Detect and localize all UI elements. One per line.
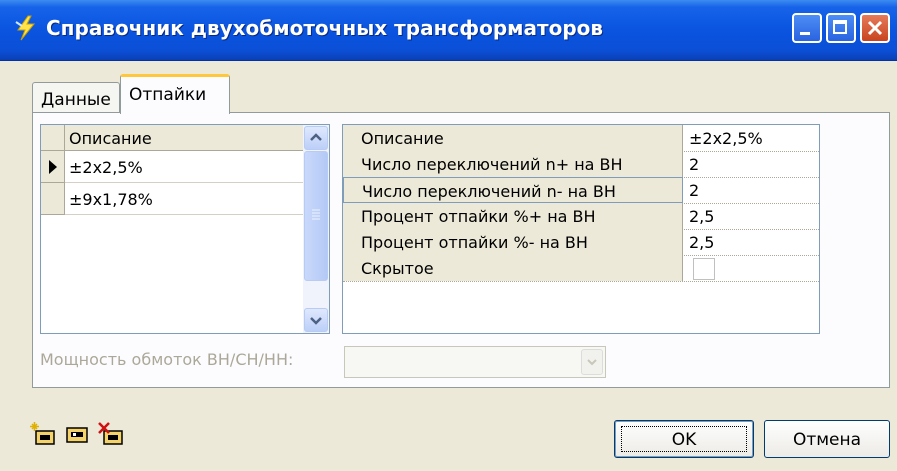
current-row-arrow-icon <box>49 160 57 174</box>
taps-grid[interactable]: Описание ±2x2,5% ±9x1,78% <box>40 124 330 334</box>
property-value[interactable] <box>683 255 819 281</box>
chevron-up-icon <box>310 133 322 141</box>
close-icon <box>867 20 883 36</box>
ok-button[interactable]: OK <box>614 420 754 458</box>
cancel-button[interactable]: Отмена <box>764 420 890 458</box>
property-row[interactable]: Число переключений n- на ВН 2 <box>343 177 819 204</box>
property-value[interactable]: 2 <box>683 151 819 177</box>
property-name: Скрытое <box>343 255 683 281</box>
focus-rect <box>621 426 747 452</box>
property-row[interactable]: Число переключений n+ на ВН 2 <box>343 151 819 178</box>
power-label: Мощность обмоток ВН/СН/НН: <box>40 350 294 369</box>
power-combobox[interactable] <box>344 346 606 378</box>
add-record-icon[interactable] <box>30 422 56 446</box>
property-value[interactable]: 2,5 <box>683 229 819 255</box>
property-value[interactable]: 2,5 <box>683 203 819 229</box>
power-dropdown-button[interactable] <box>581 349 603 375</box>
chevron-down-icon <box>587 359 597 366</box>
minimize-icon <box>800 32 810 35</box>
table-row[interactable]: ±2x2,5% <box>41 151 303 183</box>
property-name: Процент отпайки %+ на ВН <box>343 203 683 229</box>
table-row[interactable]: ±9x1,78% <box>41 183 303 215</box>
tab-data-label: Данные <box>41 90 111 110</box>
maximize-button[interactable] <box>826 13 856 43</box>
property-name: Число переключений n+ на ВН <box>343 151 683 177</box>
row-indicator[interactable] <box>41 151 65 183</box>
grip-icon <box>312 209 320 220</box>
delete-record-icon[interactable] <box>98 422 124 446</box>
property-name: Процент отпайки %- на ВН <box>343 229 683 255</box>
property-value[interactable]: ±2x2,5% <box>683 125 819 151</box>
window-title: Справочник двухобмоточных трансформаторо… <box>46 16 604 40</box>
close-button[interactable] <box>860 13 890 43</box>
property-row[interactable]: Скрытое <box>343 255 819 282</box>
row-indicator[interactable] <box>41 183 65 215</box>
tab-taps[interactable]: Отпайки <box>120 74 230 114</box>
edit-record-icon[interactable] <box>64 422 90 446</box>
grid-column-header[interactable]: Описание <box>65 125 303 151</box>
property-row[interactable]: Процент отпайки %- на ВН 2,5 <box>343 229 819 256</box>
title-bar[interactable]: Справочник двухобмоточных трансформаторо… <box>0 0 897 61</box>
lightning-icon <box>15 15 36 41</box>
cancel-button-label: Отмена <box>792 430 862 450</box>
hidden-checkbox[interactable] <box>693 258 715 280</box>
property-value[interactable]: 2 <box>683 177 819 203</box>
grid-header: Описание <box>41 125 303 151</box>
vertical-scrollbar[interactable] <box>303 125 329 333</box>
scroll-down-button[interactable] <box>304 308 328 332</box>
property-name: Описание <box>343 125 683 151</box>
dialog-window: Справочник двухобмоточных трансформаторо… <box>0 0 897 471</box>
grid-corner <box>41 125 65 151</box>
scroll-up-button[interactable] <box>304 126 328 150</box>
property-name: Число переключений n- на ВН <box>343 177 683 203</box>
grid-cell[interactable]: ±9x1,78% <box>65 183 303 215</box>
property-row[interactable]: Описание ±2x2,5% <box>343 125 819 152</box>
chevron-down-icon <box>310 317 322 325</box>
grid-cell[interactable]: ±2x2,5% <box>65 151 303 183</box>
maximize-icon <box>833 20 847 34</box>
minimize-button[interactable] <box>792 13 822 43</box>
property-row[interactable]: Процент отпайки %+ на ВН 2,5 <box>343 203 819 230</box>
tab-taps-label: Отпайки <box>129 85 207 105</box>
properties-grid[interactable]: Описание ±2x2,5% Число переключений n+ н… <box>342 124 820 334</box>
scroll-thumb[interactable] <box>304 151 328 281</box>
tab-data[interactable]: Данные <box>32 82 120 112</box>
